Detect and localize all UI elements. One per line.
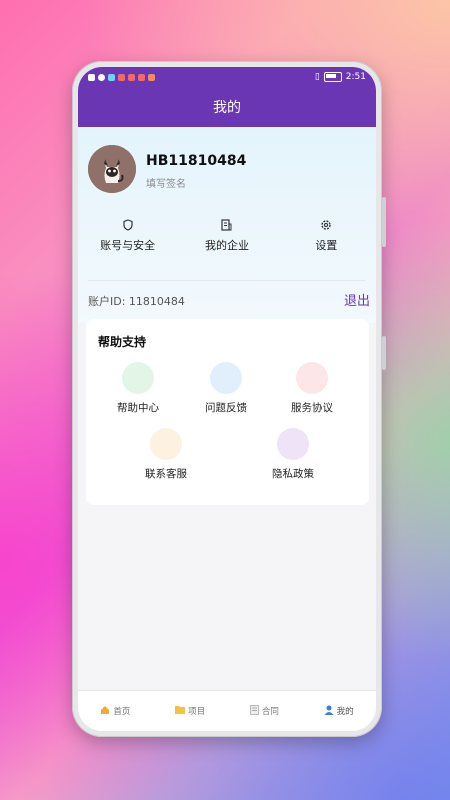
nav-contracts[interactable]: 合同	[249, 704, 279, 718]
status-bar: ▯ 2:51	[78, 67, 376, 87]
help-support-card: 帮助支持 帮助中心 问题反馈 服务协议 联系客服 隐私政策	[86, 319, 369, 505]
gear-icon	[281, 219, 371, 237]
side-button	[382, 197, 386, 247]
quick-action-label: 我的企业	[204, 239, 249, 252]
app-icon	[128, 73, 135, 81]
help-item-label: 问题反馈	[205, 402, 247, 414]
service-agreement-button[interactable]: 服务协议	[272, 362, 352, 415]
app-screen: ▯ 2:51 我的 HB11810484 填写签名 账号与安全 我的企业 设置 …	[78, 67, 376, 731]
privacy-policy-button[interactable]: 隐私政策	[253, 428, 333, 481]
app-icon	[108, 73, 115, 81]
cat-avatar-icon	[88, 145, 136, 193]
nav-label: 我的	[336, 707, 354, 717]
wifi-icon	[98, 73, 105, 81]
nav-label: 首页	[113, 707, 131, 717]
quick-actions: 账号与安全 我的企业 设置	[78, 219, 376, 269]
account-security-button[interactable]: 账号与安全	[83, 219, 173, 269]
quick-action-label: 账号与安全	[100, 239, 156, 252]
bottom-nav: 首页 项目 合同 我的	[78, 690, 376, 731]
my-enterprise-button[interactable]: 我的企业	[182, 219, 272, 269]
contact-service-icon	[150, 428, 182, 460]
feedback-button[interactable]: 问题反馈	[186, 362, 266, 415]
side-button	[382, 336, 386, 370]
privacy-policy-icon	[277, 428, 309, 460]
status-icons	[88, 73, 155, 81]
help-item-label: 服务协议	[291, 402, 333, 414]
account-id: 账户ID: 11810484	[88, 295, 185, 308]
shield-icon	[83, 219, 173, 237]
quick-action-label: 设置	[315, 239, 338, 252]
settings-button[interactable]: 设置	[281, 219, 371, 269]
help-item-label: 帮助中心	[117, 402, 159, 414]
app-icon	[138, 73, 145, 81]
nav-home[interactable]: 首页	[100, 705, 130, 718]
feedback-icon	[210, 362, 242, 394]
help-item-label: 隐私政策	[272, 468, 314, 480]
profile-card: HB11810484 填写签名 账号与安全 我的企业 设置 账户ID: 1181…	[78, 127, 376, 323]
help-center-icon	[122, 362, 154, 394]
nav-label: 合同	[261, 707, 279, 717]
divider	[88, 280, 366, 281]
page-title: 我的	[213, 100, 241, 116]
app-icon	[118, 73, 125, 81]
battery-icon	[323, 72, 342, 82]
nav-mine[interactable]: 我的	[324, 705, 354, 718]
page-title-bar: 我的	[78, 87, 376, 127]
app-icon	[148, 73, 155, 81]
nav-projects[interactable]: 项目	[175, 705, 205, 717]
home-icon	[100, 705, 110, 718]
contract-icon	[249, 704, 259, 718]
section-title: 帮助支持	[98, 335, 147, 349]
logout-button[interactable]: 退出	[344, 290, 370, 309]
status-time: 2:51	[345, 72, 366, 82]
help-center-button[interactable]: 帮助中心	[98, 362, 178, 415]
user-icon	[324, 705, 334, 718]
signature-field[interactable]: 填写签名	[146, 175, 186, 190]
agreement-icon	[296, 362, 328, 394]
notification-icon	[88, 73, 95, 81]
phone-frame: ▯ 2:51 我的 HB11810484 填写签名 账号与安全 我的企业 设置 …	[72, 61, 386, 737]
username: HB11810484	[146, 153, 247, 169]
vibrate-icon: ▯	[314, 72, 320, 82]
avatar[interactable]	[88, 145, 136, 193]
building-icon	[182, 219, 272, 237]
nav-label: 项目	[188, 707, 206, 717]
folder-icon	[175, 705, 186, 717]
help-item-label: 联系客服	[145, 468, 187, 480]
contact-service-button[interactable]: 联系客服	[126, 428, 206, 481]
